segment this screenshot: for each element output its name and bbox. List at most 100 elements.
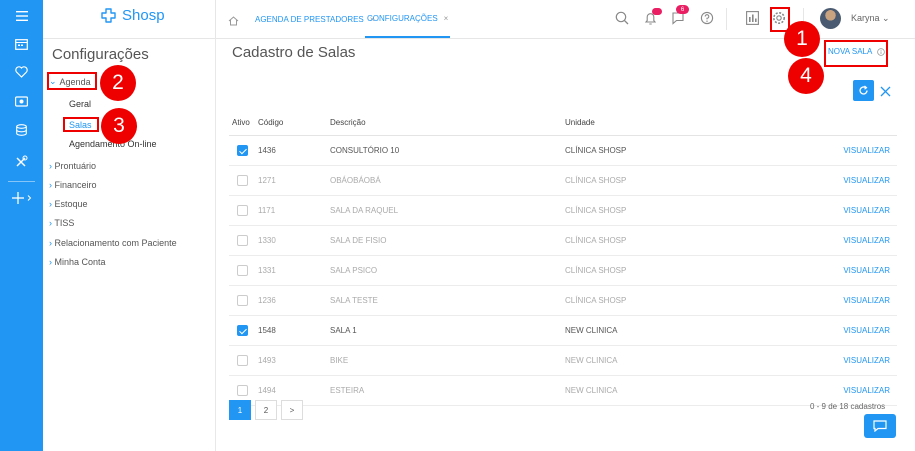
chevron-right-icon: › (49, 238, 52, 248)
column-header-descricao[interactable]: Descrição (329, 109, 564, 136)
unit-cell: NEW CLINICA (564, 315, 809, 346)
app-rail (0, 0, 43, 451)
code-cell: 1236 (257, 285, 329, 316)
active-checkbox[interactable] (237, 145, 248, 156)
user-name[interactable]: Karyna ⌄ (851, 13, 890, 24)
view-link[interactable]: VISUALIZAR (843, 146, 896, 155)
nav-subitem-geral[interactable]: Geral (69, 99, 91, 109)
nav-item-minha-conta[interactable]: › Minha Conta (49, 257, 106, 267)
close-tab-icon[interactable]: × (444, 14, 449, 23)
chevron-right-icon: › (49, 161, 52, 171)
table-row[interactable]: 1330 SALA DE FISIO CLÍNICA SHOSP VISUALIZAR (229, 225, 897, 256)
cloud-cross-icon (101, 7, 116, 23)
calendar-icon[interactable] (0, 32, 43, 56)
table-row[interactable]: 1436 CONSULTÓRIO 10 CLÍNICA SHOSP VISUALIZA… (229, 135, 897, 166)
menu-icon[interactable] (0, 4, 43, 28)
active-checkbox[interactable] (237, 295, 248, 306)
view-link[interactable]: VISUALIZAR (843, 296, 896, 305)
column-header-unidade[interactable]: Unidade (564, 109, 809, 136)
brand-logo[interactable]: Shosp (99, 7, 165, 24)
action-cell: VISUALIZAR (809, 255, 897, 286)
code-cell: 1271 (257, 165, 329, 196)
active-cell (229, 285, 257, 316)
annotation-marker-3: 3 (101, 108, 137, 144)
action-cell: VISUALIZAR (809, 315, 897, 346)
active-cell (229, 225, 257, 256)
home-icon[interactable] (228, 13, 239, 31)
table-row[interactable]: 1331 SALA PSICO CLÍNICA SHOSP VISUALIZAR (229, 255, 897, 286)
table-row[interactable]: 1236 SALA TESTE CLÍNICA SHOSP VISUALIZAR (229, 285, 897, 316)
settings-nav: Configurações ⌄ Agenda Geral Salas Agend… (43, 38, 216, 451)
action-cell: VISUALIZAR (809, 225, 897, 256)
view-link[interactable]: VISUALIZAR (843, 266, 896, 275)
description-cell: SALA 1 (329, 315, 564, 346)
annotation-box-agenda (47, 72, 97, 90)
description-cell: CONSULTÓRIO 10 (329, 135, 564, 166)
unit-cell: NEW CLINICA (564, 375, 809, 406)
nav-item-financeiro[interactable]: › Financeiro (49, 180, 97, 190)
chevron-right-icon: › (49, 218, 52, 228)
code-cell: 1330 (257, 225, 329, 256)
nav-item-relacionamento[interactable]: › Relacionamento com Paciente (49, 238, 177, 248)
add-icon[interactable] (0, 186, 43, 210)
cash-icon[interactable] (0, 89, 43, 113)
column-header-codigo[interactable]: Código (257, 109, 329, 136)
unit-cell: CLÍNICA SHOSP (564, 195, 809, 226)
tab-label: AGENDA DE PRESTADORES (255, 14, 364, 24)
active-checkbox[interactable] (237, 355, 248, 366)
view-link[interactable]: VISUALIZAR (843, 176, 896, 185)
active-checkbox[interactable] (237, 205, 248, 216)
active-cell (229, 195, 257, 226)
column-header-ativo[interactable]: Ativo (229, 109, 257, 136)
pagination: 1 2 > (229, 400, 303, 420)
nav-item-tiss[interactable]: › TISS (49, 218, 74, 228)
active-checkbox[interactable] (237, 175, 248, 186)
view-link[interactable]: VISUALIZAR (843, 236, 896, 245)
active-checkbox[interactable] (237, 385, 248, 396)
annotation-marker-1: 1 (784, 21, 820, 57)
close-icon[interactable] (880, 84, 891, 102)
active-checkbox[interactable] (237, 325, 248, 336)
reports-icon[interactable] (746, 11, 759, 30)
code-cell: 1548 (257, 315, 329, 346)
chevron-right-icon: › (49, 199, 52, 209)
view-link[interactable]: VISUALIZAR (843, 206, 896, 215)
view-link[interactable]: VISUALIZAR (843, 386, 896, 395)
active-cell (229, 345, 257, 376)
help-icon[interactable] (700, 11, 714, 30)
column-header-actions (809, 109, 897, 136)
active-checkbox[interactable] (237, 235, 248, 246)
support-chat-button[interactable] (864, 414, 896, 438)
search-icon[interactable] (615, 11, 629, 30)
avatar[interactable] (820, 8, 841, 29)
view-link[interactable]: VISUALIZAR (843, 356, 896, 365)
page-2-button[interactable]: 2 (255, 400, 277, 420)
table-row[interactable]: 1548 SALA 1 NEW CLINICA VISUALIZAR (229, 315, 897, 346)
database-icon[interactable] (0, 118, 43, 142)
page-1-button[interactable]: 1 (229, 400, 251, 420)
tools-icon[interactable] (0, 149, 43, 173)
brand-name: Shosp (122, 7, 165, 24)
table-row[interactable]: 1493 BIKE NEW CLINICA VISUALIZAR (229, 345, 897, 376)
annotation-box-salas (63, 117, 99, 132)
table-row[interactable]: 1494 ESTEIRA NEW CLINICA VISUALIZAR (229, 375, 897, 406)
active-checkbox[interactable] (237, 265, 248, 276)
view-link[interactable]: VISUALIZAR (843, 326, 896, 335)
tab-label: CONFIGURAÇÕES (367, 13, 438, 23)
description-cell: OBÁOBÁOBÁ (329, 165, 564, 196)
table-header: Ativo Código Descrição Unidade (229, 109, 897, 136)
action-cell: VISUALIZAR (809, 165, 897, 196)
heart-icon[interactable] (0, 60, 43, 84)
nav-item-estoque[interactable]: › Estoque (49, 199, 88, 209)
refresh-button[interactable] (853, 80, 874, 101)
tab-configuracoes[interactable]: CONFIGURAÇÕES × (365, 0, 451, 38)
nav-item-prontuario[interactable]: › Prontuário (49, 161, 96, 171)
chevron-right-icon: › (49, 180, 52, 190)
table-row[interactable]: 1171 SALA DA RAQUEL CLÍNICA SHOSP VISUALIZA… (229, 195, 897, 226)
table-row[interactable]: 1271 OBÁOBÁOBÁ CLÍNICA SHOSP VISUALIZAR (229, 165, 897, 196)
tab-agenda-prestadores[interactable]: AGENDA DE PRESTADORES × (255, 0, 374, 38)
next-page-button[interactable]: > (281, 400, 303, 420)
active-cell (229, 315, 257, 346)
annotation-marker-2: 2 (100, 65, 136, 101)
unit-cell: NEW CLINICA (564, 345, 809, 376)
